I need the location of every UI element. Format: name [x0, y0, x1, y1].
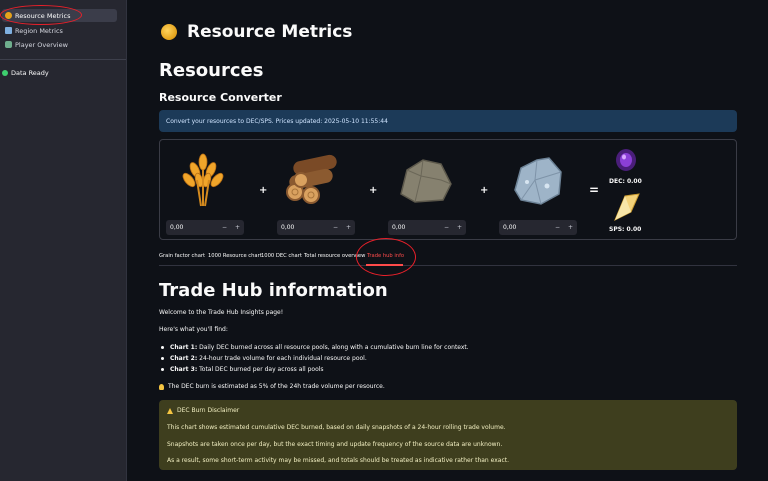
- iron-quantity-stepper[interactable]: 0,00 − +: [499, 220, 577, 235]
- burn-note: The DEC burn is estimated as 5% of the 2…: [159, 383, 385, 390]
- sidebar-item-label: Region Metrics: [15, 26, 63, 35]
- sps-shard-icon: [614, 193, 640, 222]
- coin-icon: [161, 24, 177, 40]
- disclaimer-box: DEC Burn Disclaimer This chart shows est…: [159, 400, 737, 470]
- welcome-text: Welcome to the Trade Hub Insights page!: [159, 309, 284, 316]
- tab-1000-dec-chart[interactable]: 1000 DEC chart: [261, 253, 302, 259]
- increment-button[interactable]: +: [564, 224, 577, 231]
- dec-value: DEC: 0.00: [609, 178, 642, 185]
- tab-grain-factor-chart[interactable]: Grain factor chart: [159, 253, 205, 259]
- stone-quantity-input[interactable]: 0,00: [388, 224, 440, 231]
- list-item: Chart 3: Total DEC burned per day across…: [161, 366, 324, 373]
- section-heading: Resources: [159, 60, 264, 81]
- subsection-heading: Resource Converter: [159, 91, 282, 104]
- grain-icon: [182, 153, 224, 207]
- disclaimer-line: Snapshots are taken once per day, but th…: [167, 441, 503, 448]
- disclaimer-line: As a result, some short-term activity ma…: [167, 457, 510, 464]
- iron-quantity-input[interactable]: 0,00: [499, 224, 551, 231]
- decrement-button[interactable]: −: [551, 224, 564, 231]
- plus-sign: +: [259, 185, 268, 196]
- decrement-button[interactable]: −: [218, 224, 231, 231]
- equals-sign: =: [589, 183, 600, 197]
- iron-ore-icon: [514, 157, 562, 205]
- dec-gem-icon: [616, 149, 636, 171]
- grain-quantity-stepper[interactable]: 0,00 − +: [166, 220, 244, 235]
- decrement-button[interactable]: −: [440, 224, 453, 231]
- wood-quantity-stepper[interactable]: 0,00 − +: [277, 220, 355, 235]
- warning-icon: [167, 407, 173, 414]
- decrement-button[interactable]: −: [329, 224, 342, 231]
- page-title: Resource Metrics: [187, 22, 353, 42]
- resource-converter: + + + = DEC: 0.00 SPS: 0.00 0,00 − + 0,0…: [159, 139, 737, 240]
- disclaimer-line: This chart shows estimated cumulative DE…: [167, 424, 506, 431]
- sidebar-item-region-metrics[interactable]: Region Metrics: [2, 24, 117, 37]
- trade-hub-heading: Trade Hub information: [159, 280, 388, 301]
- info-banner: Convert your resources to DEC/SPS. Price…: [159, 110, 737, 132]
- page-header: Resource Metrics: [161, 22, 352, 42]
- intro-text: Here's what you'll find:: [159, 326, 228, 333]
- sps-value: SPS: 0.00: [609, 226, 642, 233]
- sidebar-item-label: Player Overview: [15, 40, 68, 49]
- tab-bar: Grain factor chart 1000 Resource chart 1…: [159, 251, 737, 266]
- annotation-circle: [356, 238, 416, 276]
- wood-icon: [286, 154, 337, 204]
- main-content: Resource Metrics Resources Resource Conv…: [127, 0, 768, 481]
- player-icon: [5, 41, 12, 48]
- plus-sign: +: [480, 185, 489, 196]
- map-icon: [5, 27, 12, 34]
- sidebar: Resource Metrics Region Metrics Player O…: [0, 0, 127, 481]
- annotation-circle: [0, 5, 82, 25]
- plus-sign: +: [369, 185, 378, 196]
- sidebar-divider: [0, 59, 126, 60]
- disclaimer-title: DEC Burn Disclaimer: [167, 407, 239, 414]
- increment-button[interactable]: +: [231, 224, 244, 231]
- increment-button[interactable]: +: [342, 224, 355, 231]
- tab-1000-resource-chart[interactable]: 1000 Resource chart: [208, 253, 262, 259]
- status-dot-icon: [2, 70, 8, 76]
- list-item: Chart 2: 24-hour trade volume for each i…: [161, 355, 367, 362]
- grain-quantity-input[interactable]: 0,00: [166, 224, 218, 231]
- wood-quantity-input[interactable]: 0,00: [277, 224, 329, 231]
- stone-icon: [400, 159, 452, 203]
- status-indicator: Data Ready: [2, 69, 49, 77]
- increment-button[interactable]: +: [453, 224, 466, 231]
- status-text: Data Ready: [11, 69, 49, 77]
- lightbulb-icon: [159, 383, 164, 390]
- sidebar-item-player-overview[interactable]: Player Overview: [2, 38, 117, 51]
- list-item: Chart 1: Daily DEC burned across all res…: [161, 344, 469, 351]
- stone-quantity-stepper[interactable]: 0,00 − +: [388, 220, 466, 235]
